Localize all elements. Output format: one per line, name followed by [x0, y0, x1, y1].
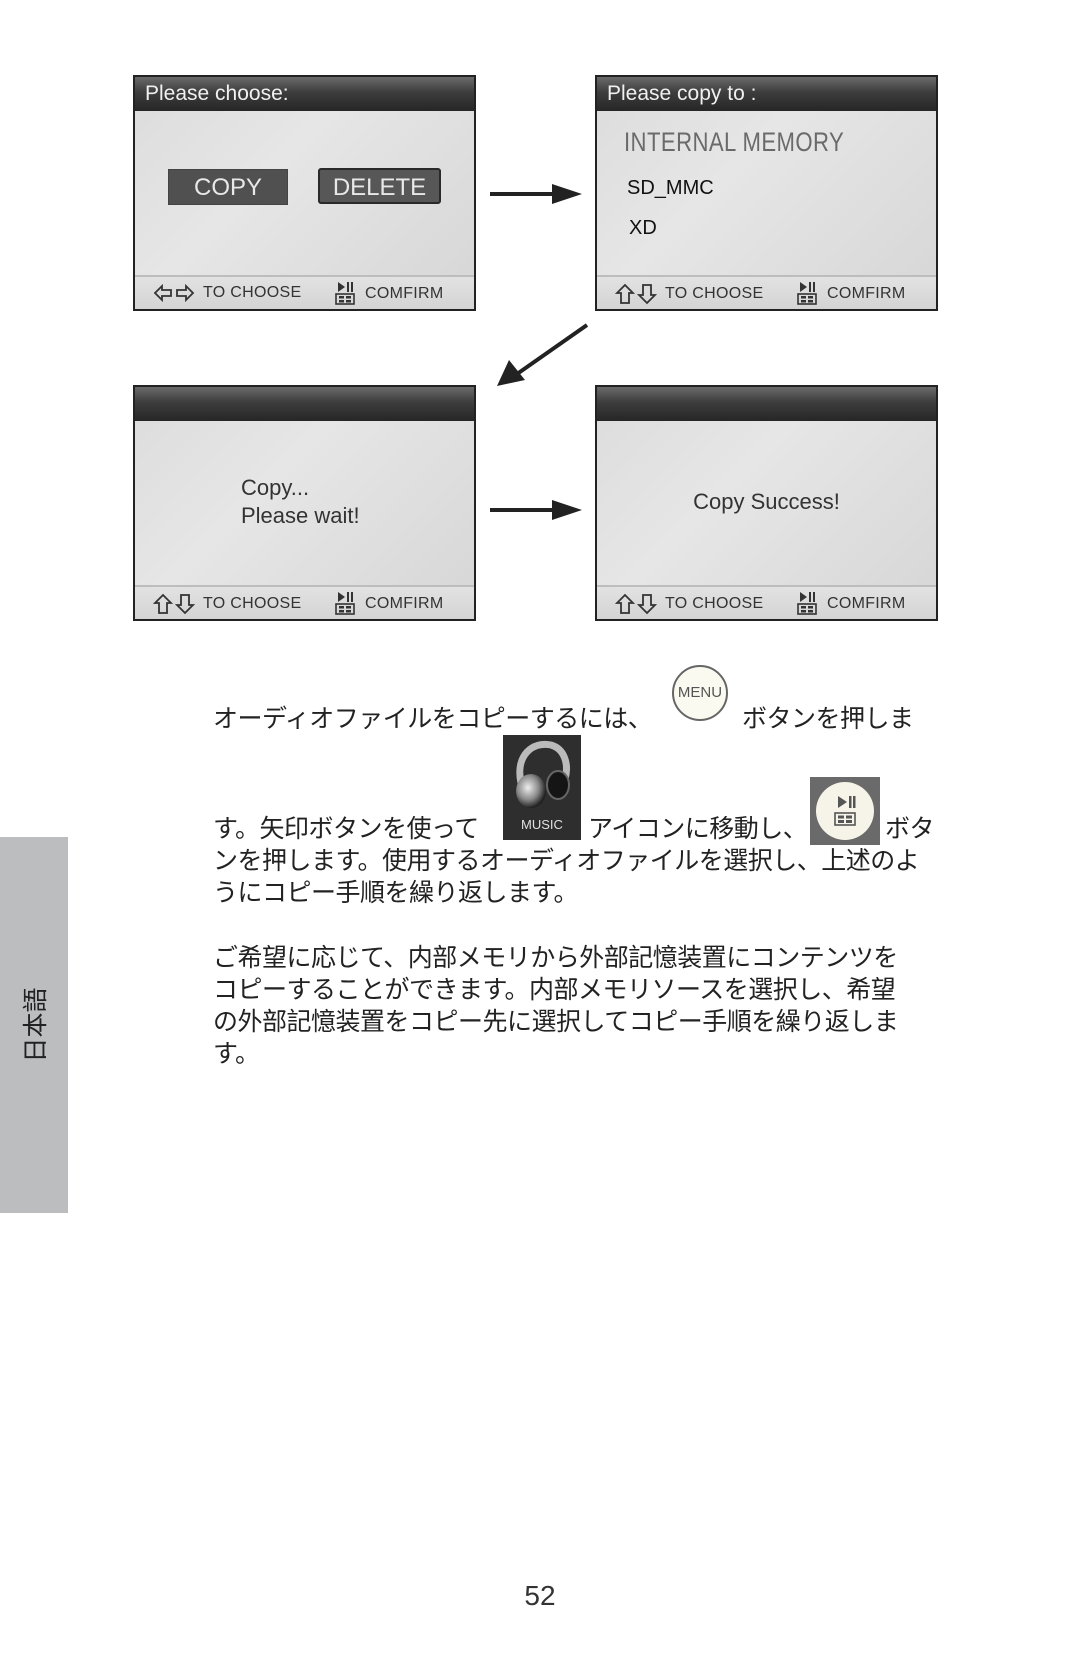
- language-side-tab: 日本語: [0, 837, 68, 1213]
- screen-copy-success: Copy Success! TO CHOOSE COMFIRM: [595, 385, 938, 621]
- music-app-icon: MUSIC: [503, 735, 581, 840]
- music-icon-label: MUSIC: [521, 817, 563, 832]
- screen-title: Please choose:: [135, 77, 474, 111]
- paragraph-2-line-3: の外部記憶装置をコピー先に選択してコピー手順を繰り返しま: [213, 1007, 899, 1036]
- play-pause-menu-icon: [797, 282, 817, 305]
- confirm-hint-label: COMFIRM: [827, 285, 906, 302]
- copying-message-line-1: Copy...: [241, 475, 310, 500]
- nav-hint-label: TO CHOOSE: [665, 595, 764, 612]
- up-arrow-icon: [153, 593, 173, 614]
- down-arrow-icon: [637, 284, 657, 305]
- right-arrow-icon: [176, 283, 195, 303]
- screen-title: Please copy to :: [597, 77, 936, 111]
- down-arrow-icon: [175, 594, 195, 615]
- paragraph-1-line-1b: ボタンを押しま: [742, 704, 914, 733]
- left-arrow-icon: [153, 283, 172, 303]
- paragraph-2-line-2: コピーすることができます。内部メモリソースを選択し、希望: [213, 975, 896, 1004]
- paragraph-1-line-4: うにコピー手順を繰り返します。: [213, 878, 579, 907]
- play-pause-menu-glyph: [834, 796, 856, 826]
- screen-title: [597, 387, 936, 421]
- screen-footer: TO CHOOSE COMFIRM: [135, 585, 474, 619]
- paragraph-1-line-1a: オーディオファイルをコピーするには、: [213, 704, 653, 733]
- destination-option-xd[interactable]: XD: [629, 217, 657, 240]
- destination-option-sd-mmc[interactable]: SD_MMC: [627, 177, 714, 200]
- down-arrow-icon: [637, 594, 657, 615]
- destination-option-internal-memory[interactable]: INTERNAL MEMORY: [624, 127, 844, 158]
- screen-footer: TO CHOOSE COMFIRM: [597, 275, 936, 309]
- language-tab-label: 日本語: [21, 987, 50, 1063]
- nav-hint-label: TO CHOOSE: [203, 284, 302, 301]
- up-arrow-icon: [615, 283, 635, 304]
- flow-arrow-right-icon: [490, 500, 582, 520]
- screen-footer: TO CHOOSE COMFIRM: [597, 585, 936, 619]
- paragraph-2-line-4: す。: [213, 1039, 260, 1068]
- screen-copy-destination: Please copy to : INTERNAL MEMORY SD_MMC …: [595, 75, 938, 311]
- confirm-hint-label: COMFIRM: [365, 285, 444, 302]
- screen-footer: TO CHOOSE COMFIRM: [135, 275, 474, 309]
- copy-success-message: Copy Success!: [693, 489, 840, 514]
- confirm-hint-label: COMFIRM: [365, 595, 444, 612]
- flow-arrow-down-left-icon: [497, 323, 589, 386]
- nav-hint-label: TO CHOOSE: [665, 285, 764, 302]
- screen-title: [135, 387, 474, 421]
- confirm-hint-label: COMFIRM: [827, 595, 906, 612]
- play-pause-menu-icon: [335, 282, 355, 305]
- play-pause-menu-icon: [797, 592, 817, 615]
- flow-arrow-right-icon: [490, 184, 582, 204]
- copy-button[interactable]: COPY: [168, 169, 288, 205]
- delete-button[interactable]: DELETE: [318, 168, 441, 204]
- menu-button-icon: MENU: [672, 665, 728, 721]
- play-pause-button-icon: [810, 777, 880, 845]
- headphones-icon: [516, 740, 570, 808]
- paragraph-2-line-1: ご希望に応じて、内部メモリから外部記憶装置にコンテンツを: [213, 943, 898, 972]
- up-arrow-icon: [615, 593, 635, 614]
- paragraph-1-line-2c: ボタ: [885, 814, 935, 843]
- screen-please-choose: Please choose: COPY DELETE TO CHOOSE COM…: [133, 75, 476, 311]
- paragraph-1-line-2b: アイコンに移動し、: [588, 814, 808, 843]
- page-number: 52: [524, 1580, 556, 1611]
- play-pause-menu-icon: [335, 592, 355, 615]
- paragraph-1-line-2a: す。矢印ボタンを使って: [213, 814, 479, 843]
- nav-hint-label: TO CHOOSE: [203, 595, 302, 612]
- paragraph-1-line-3: ンを押します。使用するオーディオファイルを選択し、上述のよ: [213, 846, 920, 875]
- screen-copying: Copy... Please wait! TO CHOOSE COMFIRM: [133, 385, 476, 621]
- copying-message-line-2: Please wait!: [241, 503, 360, 528]
